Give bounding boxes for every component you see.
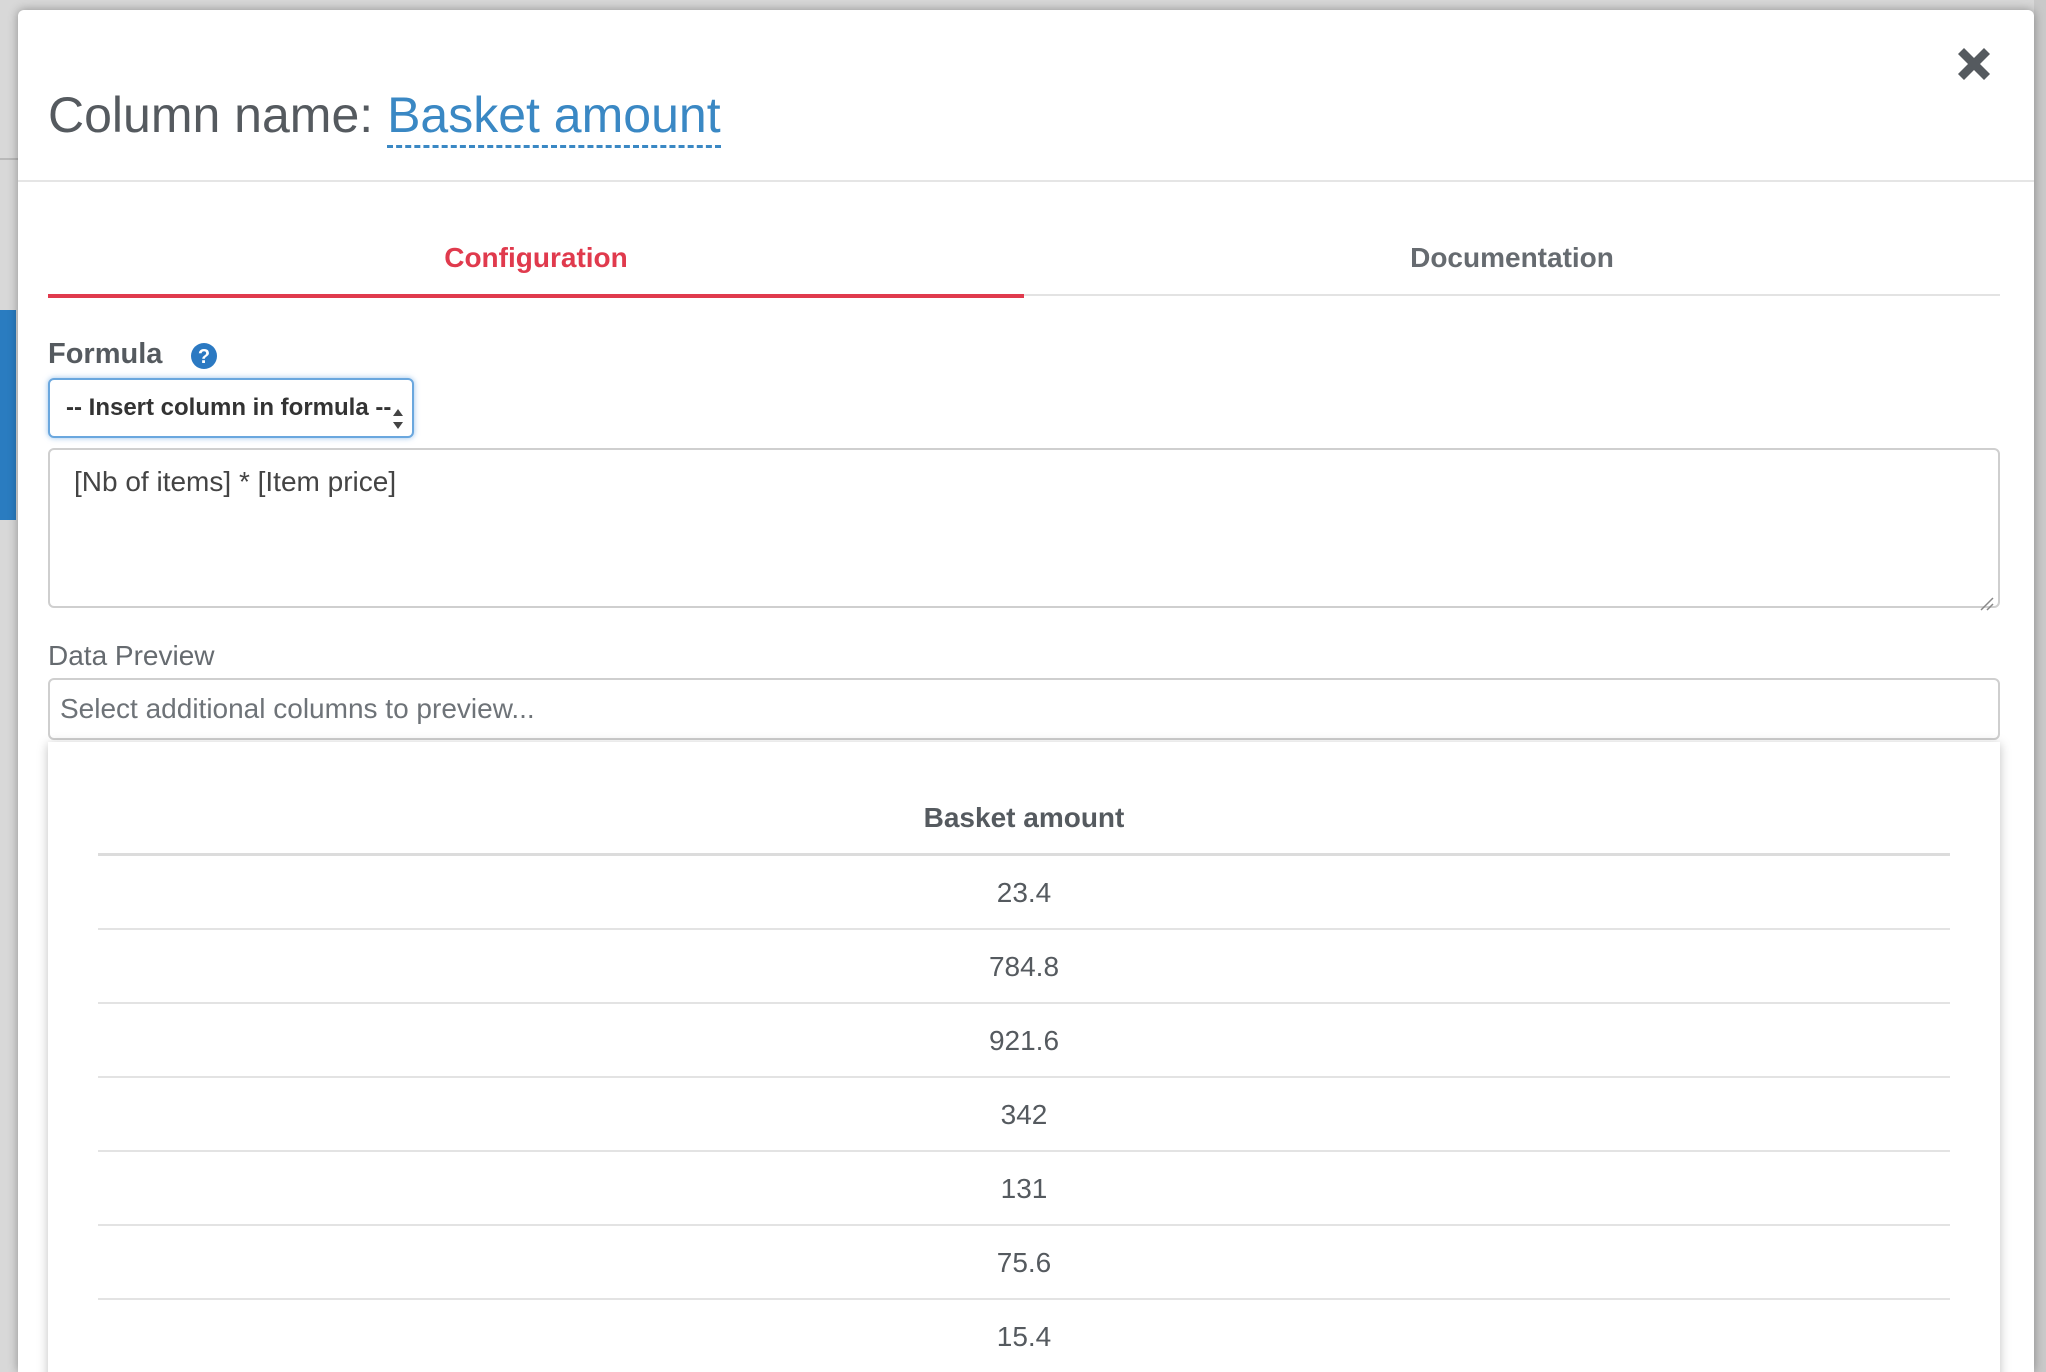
- column-config-modal: Column name: Basket amount Configuration…: [18, 10, 2034, 1372]
- preview-columns-input[interactable]: Select additional columns to preview...: [48, 678, 2000, 740]
- formula-textarea[interactable]: [Nb of items] * [Item price]: [48, 448, 2000, 611]
- close-icon[interactable]: [1948, 38, 2000, 90]
- column-name-editable[interactable]: Basket amount: [387, 87, 721, 148]
- table-row: 131: [98, 1152, 1950, 1226]
- question-circle-icon[interactable]: ?: [190, 342, 218, 370]
- data-preview-label: Data Preview: [48, 640, 215, 671]
- table-row: 784.8: [98, 930, 1950, 1004]
- table-row: 342: [98, 1078, 1950, 1152]
- data-preview-panel: Basket amount 23.4 784.8 921.6 342 131 7…: [48, 742, 2000, 1372]
- resize-grip-icon[interactable]: [1978, 586, 1994, 611]
- tab-documentation[interactable]: Documentation: [1024, 224, 2000, 296]
- tab-configuration[interactable]: Configuration: [48, 224, 1024, 298]
- formula-expression: [Nb of items] * [Item price]: [74, 466, 397, 497]
- table-row: 75.6: [98, 1226, 1950, 1300]
- modal-title: Column name: Basket amount: [48, 80, 721, 150]
- table-row: 921.6: [98, 1004, 1950, 1078]
- select-arrows-icon: [392, 396, 404, 429]
- table-header: Basket amount: [98, 778, 1950, 856]
- modal-header: Column name: Basket amount: [18, 10, 2034, 182]
- preview-table: Basket amount 23.4 784.8 921.6 342 131 7…: [98, 778, 1950, 1372]
- background-button-fragment: [0, 310, 16, 520]
- title-prefix: Column name:: [48, 87, 374, 143]
- svg-text:?: ?: [198, 346, 210, 368]
- table-row: 23.4: [98, 856, 1950, 930]
- tab-bar: Configuration Documentation: [48, 224, 2000, 298]
- insert-column-select-value: -- Insert column in formula --: [66, 394, 392, 421]
- insert-column-select[interactable]: -- Insert column in formula --: [48, 378, 414, 438]
- formula-label: Formula: [48, 338, 163, 370]
- table-row: 15.4: [98, 1300, 1950, 1372]
- background-scroll-area: [2034, 0, 2046, 1372]
